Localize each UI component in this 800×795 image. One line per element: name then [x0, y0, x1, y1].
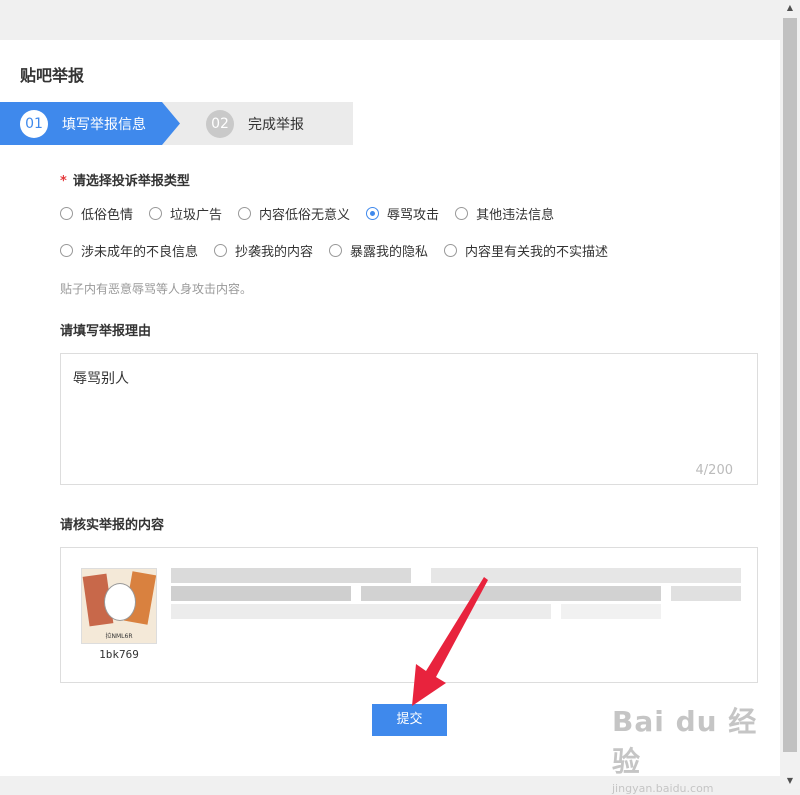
step-indicator: 01 填写举报信息 02 完成举报: [0, 102, 353, 145]
radio-label: 内容低俗无意义: [259, 208, 351, 223]
step-label: 完成举报: [248, 117, 304, 133]
page-title: 贴吧举报: [20, 66, 85, 85]
report-type-label: * 请选择投诉举报类型: [60, 174, 190, 189]
radio-unchecked-icon[interactable]: [149, 207, 163, 220]
report-type-option[interactable]: 辱骂攻击: [366, 204, 439, 223]
scroll-down-arrow-icon[interactable]: ▼: [780, 773, 800, 789]
radio-label: 垃圾广告: [170, 208, 223, 223]
radio-unchecked-icon[interactable]: [60, 207, 73, 220]
reason-textarea[interactable]: 辱骂别人 4/200: [60, 353, 758, 485]
avatar: 拉NML6R: [81, 568, 157, 644]
report-type-option[interactable]: 垃圾广告: [149, 204, 222, 223]
verify-label: 请核实举报的内容: [60, 518, 165, 533]
report-type-option[interactable]: 其他违法信息: [455, 204, 554, 223]
baidu-jingyan-watermark: Bai du 经验 jingyan.baidu.com: [612, 700, 762, 795]
step-number: 01: [20, 110, 48, 138]
radio-unchecked-icon[interactable]: [329, 244, 343, 257]
report-type-options-row2: 涉未成年的不良信息 抄袭我的内容 暴露我的隐私 内容里有关我的不实描述: [60, 241, 624, 260]
radio-checked-icon[interactable]: [366, 207, 380, 220]
step-number: 02: [206, 110, 234, 138]
radio-unchecked-icon[interactable]: [60, 244, 73, 257]
radio-label: 其他违法信息: [476, 208, 555, 223]
reason-text: 辱骂别人: [73, 371, 129, 387]
radio-unchecked-icon[interactable]: [238, 207, 252, 220]
report-panel: 贴吧举报 01 填写举报信息 02 完成举报 * 请选择投诉举报类型 低俗色情 垃圾…: [0, 40, 780, 776]
report-type-option[interactable]: 涉未成年的不良信息: [60, 241, 198, 260]
char-counter: 4/200: [695, 463, 733, 478]
report-type-hint: 贴子内有恶意辱骂等人身攻击内容。: [60, 282, 253, 296]
radio-label: 内容里有关我的不实描述: [465, 245, 609, 260]
reason-label: 请填写举报理由: [60, 324, 152, 339]
scroll-up-arrow-icon[interactable]: ▲: [780, 0, 800, 16]
report-type-options-row1: 低俗色情 垃圾广告 内容低俗无意义 辱骂攻击 其他违法信息: [60, 204, 570, 223]
username: 1bk769: [99, 648, 139, 661]
report-type-option[interactable]: 内容低俗无意义: [238, 204, 350, 223]
avatar-caption: 拉NML6R: [105, 633, 133, 640]
radio-label: 抄袭我的内容: [235, 245, 314, 260]
step-complete: 02 完成举报: [150, 102, 353, 145]
report-type-option[interactable]: 暴露我的隐私: [329, 241, 428, 260]
red-arrow-annotation-icon: [412, 577, 488, 706]
radio-unchecked-icon[interactable]: [444, 244, 458, 257]
report-type-option[interactable]: 内容里有关我的不实描述: [444, 241, 608, 260]
watermark-logo: Bai du 经验: [612, 705, 758, 778]
radio-unchecked-icon[interactable]: [455, 207, 469, 220]
step-fill-info: 01 填写举报信息: [0, 102, 180, 145]
radio-label: 辱骂攻击: [387, 208, 440, 223]
radio-label: 涉未成年的不良信息: [81, 245, 199, 260]
radio-unchecked-icon[interactable]: [214, 244, 228, 257]
step-label: 填写举报信息: [62, 117, 146, 133]
report-type-option[interactable]: 抄袭我的内容: [214, 241, 313, 260]
required-mark: *: [60, 174, 67, 189]
report-type-option[interactable]: 低俗色情: [60, 204, 133, 223]
scrollbar-thumb[interactable]: [783, 18, 797, 752]
radio-label: 暴露我的隐私: [350, 245, 429, 260]
radio-label: 低俗色情: [81, 208, 134, 223]
